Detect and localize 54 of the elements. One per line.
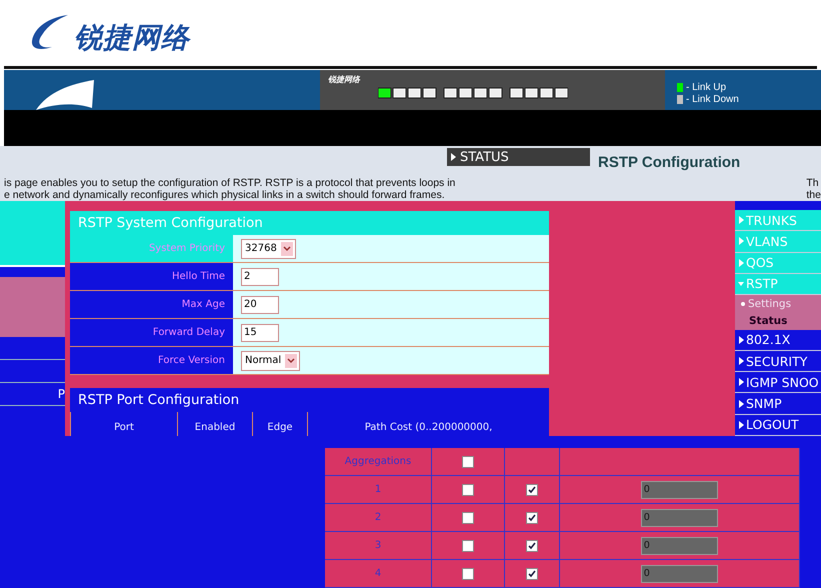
checkbox[interactable] <box>462 456 474 468</box>
checkbox[interactable] <box>526 568 538 580</box>
port-label: 4 <box>374 568 382 579</box>
caret-icon <box>280 242 293 256</box>
section-header: RSTP Port Configuration <box>70 388 549 412</box>
port-label: 1 <box>374 484 382 495</box>
device-brand: 锐捷网络 <box>328 74 362 85</box>
field-label: Hello Time <box>70 263 233 290</box>
sail-logo-icon <box>34 80 96 110</box>
description-text: Th the <box>806 177 821 201</box>
select-field[interactable]: 32768 <box>241 238 296 259</box>
field-label: Max Age <box>70 291 233 318</box>
triangle-icon <box>450 153 456 161</box>
triangle-icon <box>738 378 744 386</box>
checkbox[interactable] <box>462 512 474 524</box>
field-label: Forward Delay <box>70 319 233 346</box>
logo-text: 锐捷网络 <box>74 20 190 56</box>
triangle-icon <box>738 336 744 344</box>
field-label: System Priority <box>70 235 233 262</box>
field-label: Force Version <box>70 347 233 374</box>
triangle-icon <box>738 357 744 366</box>
input-field[interactable]: 2 <box>241 268 279 286</box>
description-text: is page enables you to setup the configuration of RSTP. RSTP is a protocol that prevents loops in e network and dynamically reconfigures which physical links in a switch should forward frames. <box>4 177 456 201</box>
input-field[interactable]: 20 <box>241 296 279 314</box>
section-header: RSTP System Configuration <box>70 211 549 236</box>
checkbox[interactable] <box>526 484 538 496</box>
checkbox[interactable] <box>526 540 538 552</box>
checkbox[interactable] <box>462 568 474 580</box>
nav-item[interactable]: LOGOUT <box>735 414 821 436</box>
menu-tab[interactable]: STATUS <box>447 148 590 166</box>
port-label: 2 <box>374 512 382 523</box>
port-row-icon <box>378 87 568 99</box>
checkbox[interactable] <box>462 540 474 552</box>
nav-item[interactable]: 802.1X <box>735 330 821 351</box>
checkbox[interactable] <box>462 484 474 496</box>
bullet-icon <box>741 302 745 306</box>
caret-icon <box>285 354 298 368</box>
port-label: 3 <box>374 540 382 551</box>
sidebar-block <box>0 201 65 267</box>
page-title: RSTP Configuration <box>598 154 740 173</box>
checkbox[interactable] <box>526 512 538 524</box>
port-label: Aggregations <box>344 456 412 467</box>
triangle-icon <box>738 258 744 267</box>
legend-label: - Link Down <box>686 94 739 105</box>
select-field[interactable]: Normal <box>241 350 300 371</box>
triangle-icon <box>738 420 744 429</box>
legend-label: - Link Up <box>686 82 726 93</box>
triangle-icon <box>738 216 744 224</box>
triangle-icon <box>738 237 744 246</box>
triangle-icon <box>738 280 744 288</box>
input-field[interactable]: 15 <box>241 324 279 342</box>
nav-subitem[interactable]: Status <box>735 312 821 330</box>
triangle-icon <box>738 400 744 408</box>
sidebar-block <box>0 277 65 337</box>
